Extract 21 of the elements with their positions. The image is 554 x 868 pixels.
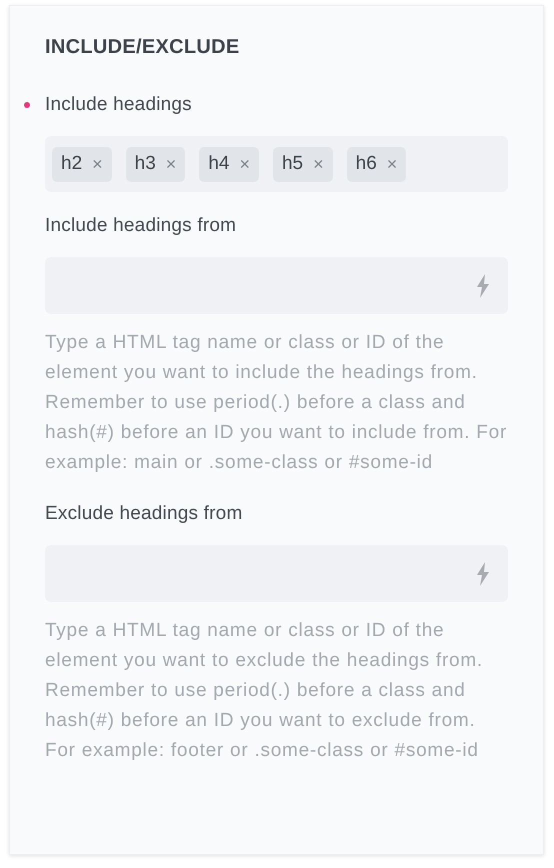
tag-label: h4 <box>208 153 230 175</box>
tag-label: h2 <box>61 153 82 175</box>
tag-label: h3 <box>134 153 156 175</box>
field-label: Include headings from <box>45 215 236 236</box>
field-label: Include headings <box>45 94 192 115</box>
input-field[interactable] <box>45 545 508 602</box>
help-text: Type a HTML tag name or class or ID of the element you want to include the headings from. Remember to use period(.) before a class and hash(#) before an ID you want to include from. For example: main or .some-class or #some-id <box>45 331 508 475</box>
field-label: Exclude headings from <box>45 503 242 524</box>
input-field[interactable] <box>45 257 508 314</box>
tag-label: h5 <box>282 153 304 175</box>
remove-tag-button[interactable]: × <box>166 154 176 174</box>
tag-label: h6 <box>356 153 377 175</box>
tags-field[interactable]: h2 × h3 × h4 × h5 × h6 × <box>45 136 508 192</box>
section-title: INCLUDE/EXCLUDE <box>45 36 241 59</box>
remove-tag-button[interactable]: × <box>313 154 324 174</box>
remove-tag-button[interactable]: × <box>239 154 250 174</box>
help-text: Type a HTML tag name or class or ID of the element you want to exclude the headings from. Remember to use period(.) before a class and hash(#) before an ID you want to exclude from. For example: footer or .some-class or #some-id <box>45 619 484 763</box>
lightning-icon[interactable] <box>476 274 490 298</box>
remove-tag-button[interactable]: × <box>386 154 398 174</box>
remove-tag-button[interactable]: × <box>92 154 103 174</box>
lightning-icon[interactable] <box>476 562 490 586</box>
